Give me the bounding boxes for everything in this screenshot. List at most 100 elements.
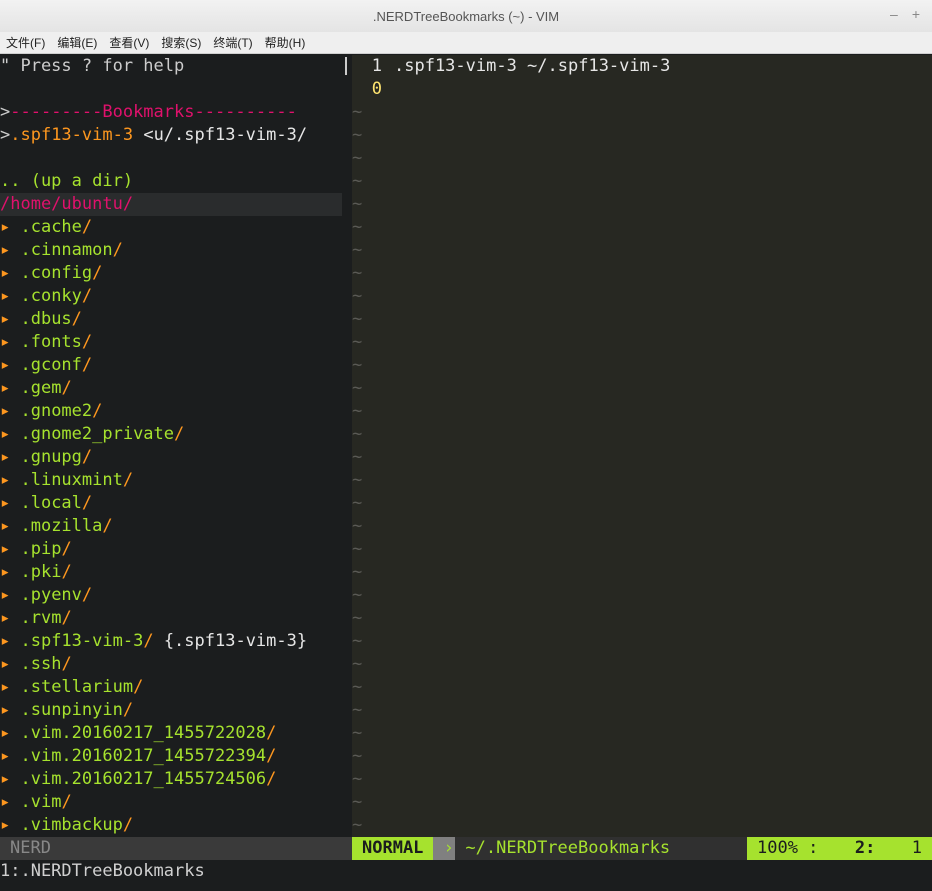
tree-dir-item[interactable]: ▸ .vim.20160217_1455722394/ [0, 745, 342, 768]
collapsed-arrow-icon: ▸ [0, 332, 21, 352]
collapsed-arrow-icon: ▸ [0, 286, 21, 306]
tree-dir-item[interactable]: ▸ .vim.20160217_1455724506/ [0, 768, 342, 791]
empty-line-tilde: ~ [352, 125, 363, 145]
menu-view[interactable]: 查看(V) [109, 34, 149, 51]
collapsed-arrow-icon: ▸ [0, 516, 21, 536]
menu-bar: 文件(F) 编辑(E) 查看(V) 搜索(S) 终端(T) 帮助(H) [0, 32, 932, 54]
help-hint: " Press ? for help [0, 56, 185, 76]
tree-dir-item[interactable]: ▸ .pip/ [0, 538, 342, 561]
minimize-icon[interactable]: – [890, 6, 898, 22]
collapsed-arrow-icon: ▸ [0, 723, 21, 743]
tree-dir-item[interactable]: ▸ .pyenv/ [0, 584, 342, 607]
tree-dir-item[interactable]: ▸ .dbus/ [0, 308, 342, 331]
tree-dir-item[interactable]: ▸ .vim/ [0, 791, 342, 814]
editor-line: 0 [371, 79, 382, 99]
empty-line-tilde: ~ [352, 631, 363, 651]
collapsed-arrow-icon: ▸ [0, 746, 21, 766]
tree-dir-item[interactable]: ▸ .pki/ [0, 561, 342, 584]
up-a-dir[interactable]: .. (up a dir) [0, 170, 342, 193]
empty-line-tilde: ~ [352, 562, 363, 582]
tree-dir-item[interactable]: ▸ .gnupg/ [0, 446, 342, 469]
empty-line-tilde: ~ [352, 746, 363, 766]
tree-dir-item[interactable]: ▸ .config/ [0, 262, 342, 285]
separator-arrow: › [433, 837, 456, 860]
empty-line-tilde: ~ [352, 102, 363, 122]
collapsed-arrow-icon: ▸ [0, 447, 21, 467]
editor-statusline: NORMAL › ~/.NERDTreeBookmarks 100% : 2: … [352, 837, 932, 860]
tree-dir-item[interactable]: ▸ .linuxmint/ [0, 469, 342, 492]
empty-line-tilde: ~ [352, 148, 363, 168]
collapsed-arrow-icon: ▸ [0, 309, 21, 329]
tree-dir-item[interactable]: ▸ .fonts/ [0, 331, 342, 354]
empty-line-tilde: ~ [352, 447, 363, 467]
collapsed-arrow-icon: ▸ [0, 608, 21, 628]
menu-edit[interactable]: 编辑(E) [57, 34, 97, 51]
editor-pane[interactable]: 1 .spf13-vim-3 ~/.spf13-vim-3 0 ~ ~ ~ ~ ~ ~ ~ ~ ~… [352, 55, 932, 837]
collapsed-arrow-icon: ▸ [0, 815, 21, 835]
tree-dir-item[interactable]: ▸ .mozilla/ [0, 515, 342, 538]
tree-dir-item[interactable]: ▸ .spf13-vim-3/ {.spf13-vim-3} [0, 630, 342, 653]
collapsed-arrow-icon: ▸ [0, 493, 21, 513]
menu-file[interactable]: 文件(F) [6, 34, 45, 51]
empty-line-tilde: ~ [352, 286, 363, 306]
empty-line-tilde: ~ [352, 217, 363, 237]
menu-terminal[interactable]: 终端(T) [213, 34, 252, 51]
tree-dir-item[interactable]: ▸ .gem/ [0, 377, 342, 400]
vertical-split[interactable] [342, 55, 352, 837]
window-titlebar: .NERDTreeBookmarks (~) - VIM – + [0, 0, 932, 32]
tree-dir-item[interactable]: ▸ .gnome2/ [0, 400, 342, 423]
tree-dir-item[interactable]: ▸ .gconf/ [0, 354, 342, 377]
command-line[interactable]: 1:.NERDTreeBookmarks [0, 860, 932, 891]
editor-line: 1 .spf13-vim-3 ~/.spf13-vim-3 [371, 56, 671, 76]
mode-indicator: NORMAL [352, 837, 434, 860]
menu-help[interactable]: 帮助(H) [265, 34, 306, 51]
nerdtree-statusline: NERD [0, 837, 342, 860]
tree-dir-item[interactable]: ▸ .stellarium/ [0, 676, 342, 699]
empty-line-tilde: ~ [352, 677, 363, 697]
maximize-icon[interactable]: + [912, 6, 920, 22]
nerdtree-pane[interactable]: " Press ? for help >---------Bookmarks--… [0, 55, 342, 837]
menu-search[interactable]: 搜索(S) [161, 34, 201, 51]
tree-dir-item[interactable]: ▸ .sunpinyin/ [0, 699, 342, 722]
collapsed-arrow-icon: ▸ [0, 424, 21, 444]
dir-list: ▸ .cache/▸ .cinnamon/▸ .config/▸ .conky/… [0, 216, 342, 837]
collapsed-arrow-icon: ▸ [0, 470, 21, 490]
collapsed-arrow-icon: ▸ [0, 700, 21, 720]
empty-line-tilde: ~ [352, 493, 363, 513]
tree-dir-item[interactable]: ▸ .cache/ [0, 216, 342, 239]
empty-line-tilde: ~ [352, 424, 363, 444]
empty-line-tilde: ~ [352, 654, 363, 674]
position-info: 100% : 2: 1 [747, 837, 932, 860]
collapsed-arrow-icon: ▸ [0, 631, 21, 651]
empty-line-tilde: ~ [352, 194, 363, 214]
empty-line-tilde: ~ [352, 332, 363, 352]
empty-line-tilde: ~ [352, 539, 363, 559]
empty-line-tilde: ~ [352, 769, 363, 789]
empty-line-tilde: ~ [352, 700, 363, 720]
tree-dir-item[interactable]: ▸ .conky/ [0, 285, 342, 308]
empty-line-tilde: ~ [352, 355, 363, 375]
collapsed-arrow-icon: ▸ [0, 769, 21, 789]
window-title: .NERDTreeBookmarks (~) - VIM [372, 8, 560, 24]
tree-dir-item[interactable]: ▸ .vim.20160217_1455722028/ [0, 722, 342, 745]
tree-dir-item[interactable]: ▸ .ssh/ [0, 653, 342, 676]
collapsed-arrow-icon: ▸ [0, 562, 21, 582]
collapsed-arrow-icon: ▸ [0, 677, 21, 697]
collapsed-arrow-icon: ▸ [0, 792, 21, 812]
empty-lines: ~ ~ ~ ~ ~ ~ ~ ~ ~ ~ ~ ~ ~ ~ ~ ~ ~ ~ ~ ~ ~ ~ ~ ~ ~ ~ ~ ~ ~ ~ ~ ~ [352, 101, 932, 837]
tree-dir-item[interactable]: ▸ .local/ [0, 492, 342, 515]
empty-line-tilde: ~ [352, 263, 363, 283]
empty-line-tilde: ~ [352, 792, 363, 812]
tree-dir-item[interactable]: ▸ .rvm/ [0, 607, 342, 630]
empty-line-tilde: ~ [352, 401, 363, 421]
tree-dir-item[interactable]: ▸ .gnome2_private/ [0, 423, 342, 446]
tree-dir-item[interactable]: ▸ .cinnamon/ [0, 239, 342, 262]
empty-line-tilde: ~ [352, 723, 363, 743]
collapsed-arrow-icon: ▸ [0, 654, 21, 674]
empty-line-tilde: ~ [352, 171, 363, 191]
tree-dir-item[interactable]: ▸ .vimbackup/ [0, 814, 342, 837]
bookmark-item[interactable]: >.spf13-vim-3 <u/.spf13-vim-3/ [0, 124, 342, 147]
collapsed-arrow-icon: ▸ [0, 539, 21, 559]
collapsed-arrow-icon: ▸ [0, 263, 21, 283]
tree-root[interactable]: /home/ubuntu/ [0, 193, 342, 216]
